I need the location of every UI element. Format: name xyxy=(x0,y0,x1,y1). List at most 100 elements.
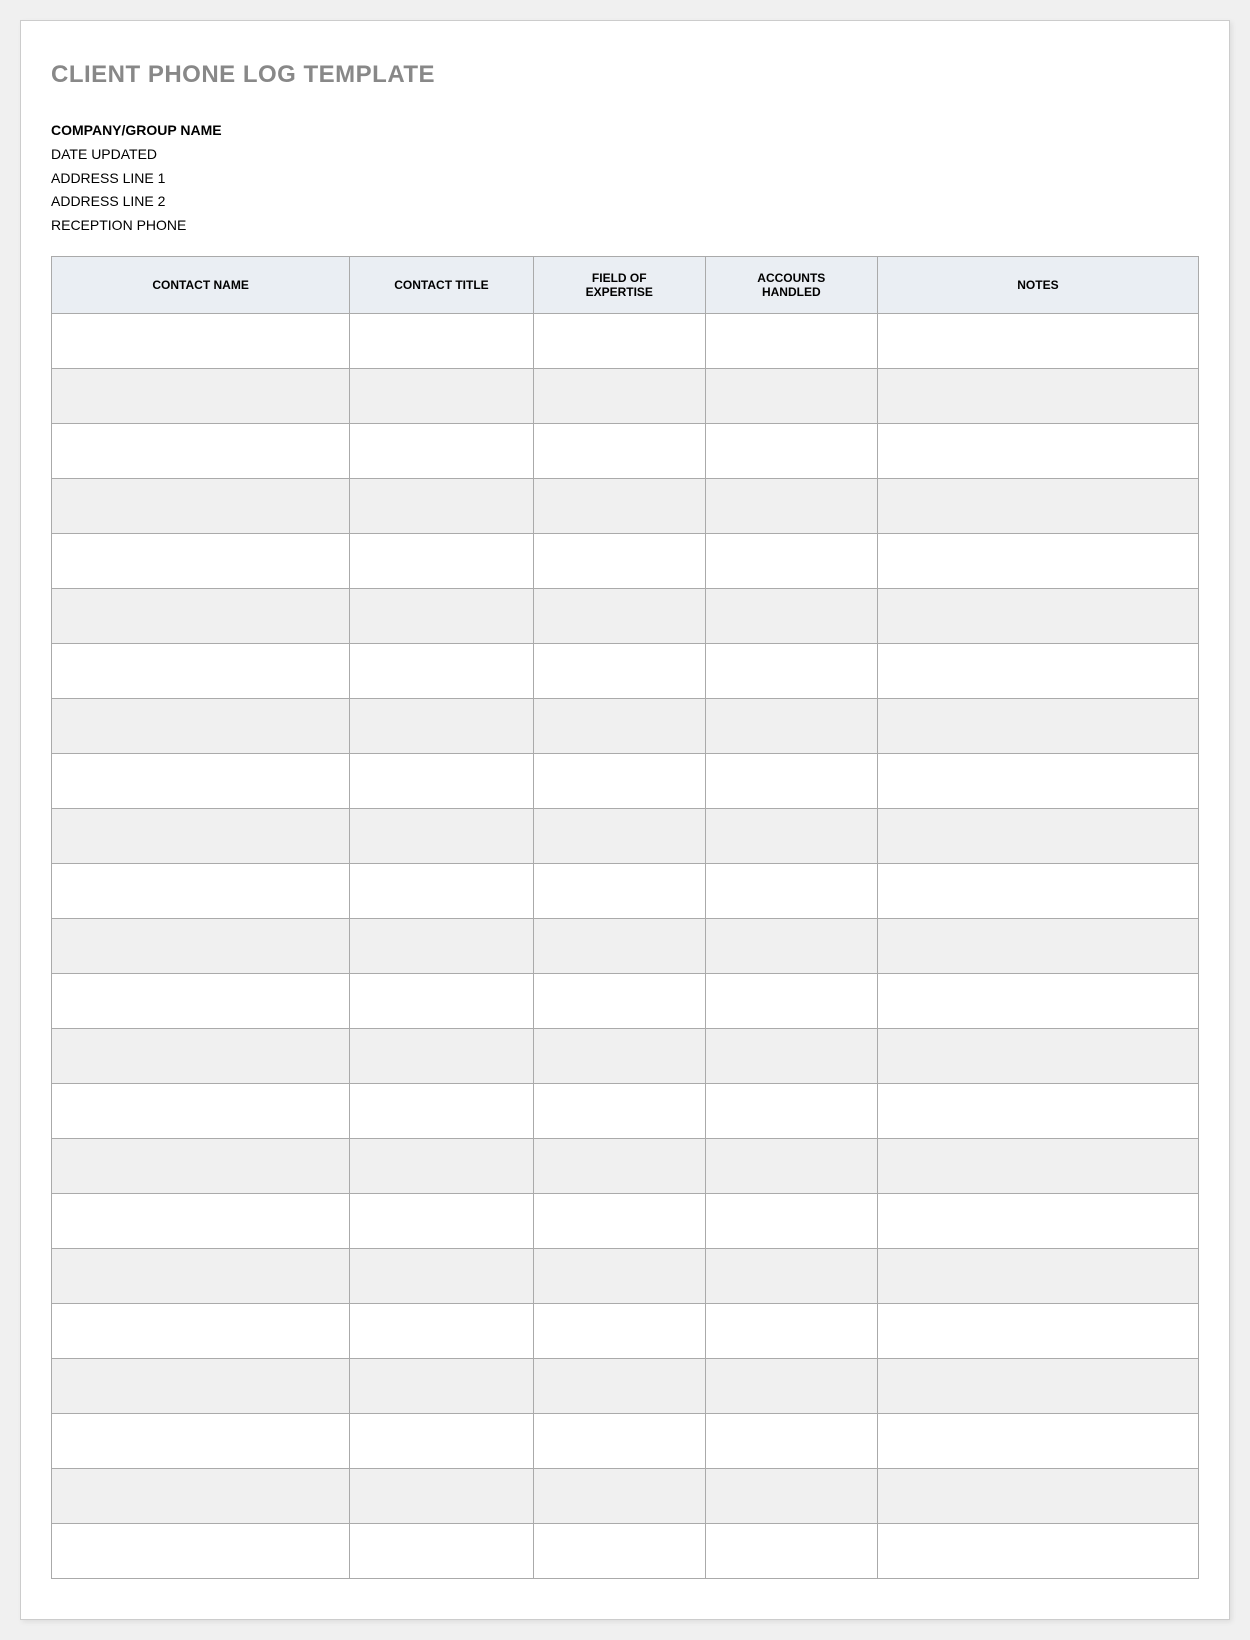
cell-contact-name[interactable] xyxy=(52,1413,350,1468)
cell-field-of-expertise[interactable] xyxy=(533,1358,705,1413)
cell-notes[interactable] xyxy=(877,698,1198,753)
cell-accounts-handled[interactable] xyxy=(705,478,877,533)
cell-notes[interactable] xyxy=(877,753,1198,808)
cell-contact-title[interactable] xyxy=(350,808,534,863)
cell-contact-title[interactable] xyxy=(350,1083,534,1138)
cell-contact-name[interactable] xyxy=(52,698,350,753)
cell-accounts-handled[interactable] xyxy=(705,1083,877,1138)
cell-field-of-expertise[interactable] xyxy=(533,588,705,643)
cell-field-of-expertise[interactable] xyxy=(533,753,705,808)
cell-accounts-handled[interactable] xyxy=(705,1303,877,1358)
cell-field-of-expertise[interactable] xyxy=(533,313,705,368)
cell-notes[interactable] xyxy=(877,1028,1198,1083)
cell-contact-name[interactable] xyxy=(52,918,350,973)
cell-notes[interactable] xyxy=(877,533,1198,588)
cell-notes[interactable] xyxy=(877,588,1198,643)
cell-contact-name[interactable] xyxy=(52,1248,350,1303)
cell-field-of-expertise[interactable] xyxy=(533,1083,705,1138)
cell-field-of-expertise[interactable] xyxy=(533,643,705,698)
cell-accounts-handled[interactable] xyxy=(705,1138,877,1193)
cell-contact-title[interactable] xyxy=(350,1413,534,1468)
cell-accounts-handled[interactable] xyxy=(705,1248,877,1303)
cell-field-of-expertise[interactable] xyxy=(533,368,705,423)
cell-contact-title[interactable] xyxy=(350,973,534,1028)
cell-field-of-expertise[interactable] xyxy=(533,1413,705,1468)
cell-notes[interactable] xyxy=(877,808,1198,863)
cell-contact-name[interactable] xyxy=(52,423,350,478)
cell-contact-name[interactable] xyxy=(52,588,350,643)
cell-contact-title[interactable] xyxy=(350,1138,534,1193)
cell-accounts-handled[interactable] xyxy=(705,588,877,643)
cell-contact-name[interactable] xyxy=(52,643,350,698)
cell-contact-title[interactable] xyxy=(350,1303,534,1358)
cell-contact-name[interactable] xyxy=(52,808,350,863)
cell-notes[interactable] xyxy=(877,1193,1198,1248)
cell-accounts-handled[interactable] xyxy=(705,973,877,1028)
cell-contact-title[interactable] xyxy=(350,1523,534,1578)
cell-contact-title[interactable] xyxy=(350,1248,534,1303)
cell-field-of-expertise[interactable] xyxy=(533,1193,705,1248)
cell-field-of-expertise[interactable] xyxy=(533,808,705,863)
cell-contact-name[interactable] xyxy=(52,313,350,368)
cell-notes[interactable] xyxy=(877,1468,1198,1523)
cell-accounts-handled[interactable] xyxy=(705,1523,877,1578)
cell-field-of-expertise[interactable] xyxy=(533,1248,705,1303)
cell-notes[interactable] xyxy=(877,313,1198,368)
cell-field-of-expertise[interactable] xyxy=(533,1028,705,1083)
cell-contact-title[interactable] xyxy=(350,1193,534,1248)
cell-accounts-handled[interactable] xyxy=(705,808,877,863)
cell-notes[interactable] xyxy=(877,863,1198,918)
cell-accounts-handled[interactable] xyxy=(705,368,877,423)
cell-contact-name[interactable] xyxy=(52,1303,350,1358)
cell-contact-title[interactable] xyxy=(350,753,534,808)
cell-contact-name[interactable] xyxy=(52,368,350,423)
cell-contact-name[interactable] xyxy=(52,1358,350,1413)
cell-contact-name[interactable] xyxy=(52,1138,350,1193)
cell-accounts-handled[interactable] xyxy=(705,643,877,698)
cell-accounts-handled[interactable] xyxy=(705,698,877,753)
cell-notes[interactable] xyxy=(877,918,1198,973)
cell-contact-title[interactable] xyxy=(350,1028,534,1083)
cell-accounts-handled[interactable] xyxy=(705,533,877,588)
cell-field-of-expertise[interactable] xyxy=(533,533,705,588)
cell-contact-title[interactable] xyxy=(350,863,534,918)
cell-accounts-handled[interactable] xyxy=(705,1193,877,1248)
cell-field-of-expertise[interactable] xyxy=(533,1468,705,1523)
cell-field-of-expertise[interactable] xyxy=(533,698,705,753)
cell-contact-title[interactable] xyxy=(350,1468,534,1523)
cell-notes[interactable] xyxy=(877,1138,1198,1193)
cell-contact-name[interactable] xyxy=(52,1028,350,1083)
cell-contact-name[interactable] xyxy=(52,1523,350,1578)
cell-contact-title[interactable] xyxy=(350,588,534,643)
cell-accounts-handled[interactable] xyxy=(705,753,877,808)
cell-notes[interactable] xyxy=(877,973,1198,1028)
cell-contact-name[interactable] xyxy=(52,1083,350,1138)
cell-accounts-handled[interactable] xyxy=(705,1028,877,1083)
cell-contact-name[interactable] xyxy=(52,478,350,533)
cell-contact-name[interactable] xyxy=(52,753,350,808)
cell-accounts-handled[interactable] xyxy=(705,423,877,478)
cell-accounts-handled[interactable] xyxy=(705,863,877,918)
cell-accounts-handled[interactable] xyxy=(705,313,877,368)
cell-contact-name[interactable] xyxy=(52,1468,350,1523)
cell-notes[interactable] xyxy=(877,1248,1198,1303)
cell-accounts-handled[interactable] xyxy=(705,1468,877,1523)
cell-notes[interactable] xyxy=(877,368,1198,423)
cell-contact-title[interactable] xyxy=(350,643,534,698)
cell-contact-title[interactable] xyxy=(350,533,534,588)
cell-contact-title[interactable] xyxy=(350,478,534,533)
cell-contact-title[interactable] xyxy=(350,918,534,973)
cell-notes[interactable] xyxy=(877,1303,1198,1358)
cell-notes[interactable] xyxy=(877,1083,1198,1138)
cell-contact-name[interactable] xyxy=(52,1193,350,1248)
cell-contact-title[interactable] xyxy=(350,1358,534,1413)
cell-field-of-expertise[interactable] xyxy=(533,1523,705,1578)
cell-notes[interactable] xyxy=(877,423,1198,478)
cell-field-of-expertise[interactable] xyxy=(533,973,705,1028)
cell-field-of-expertise[interactable] xyxy=(533,918,705,973)
cell-accounts-handled[interactable] xyxy=(705,1413,877,1468)
cell-accounts-handled[interactable] xyxy=(705,1358,877,1413)
cell-field-of-expertise[interactable] xyxy=(533,478,705,533)
cell-field-of-expertise[interactable] xyxy=(533,1138,705,1193)
cell-notes[interactable] xyxy=(877,1523,1198,1578)
